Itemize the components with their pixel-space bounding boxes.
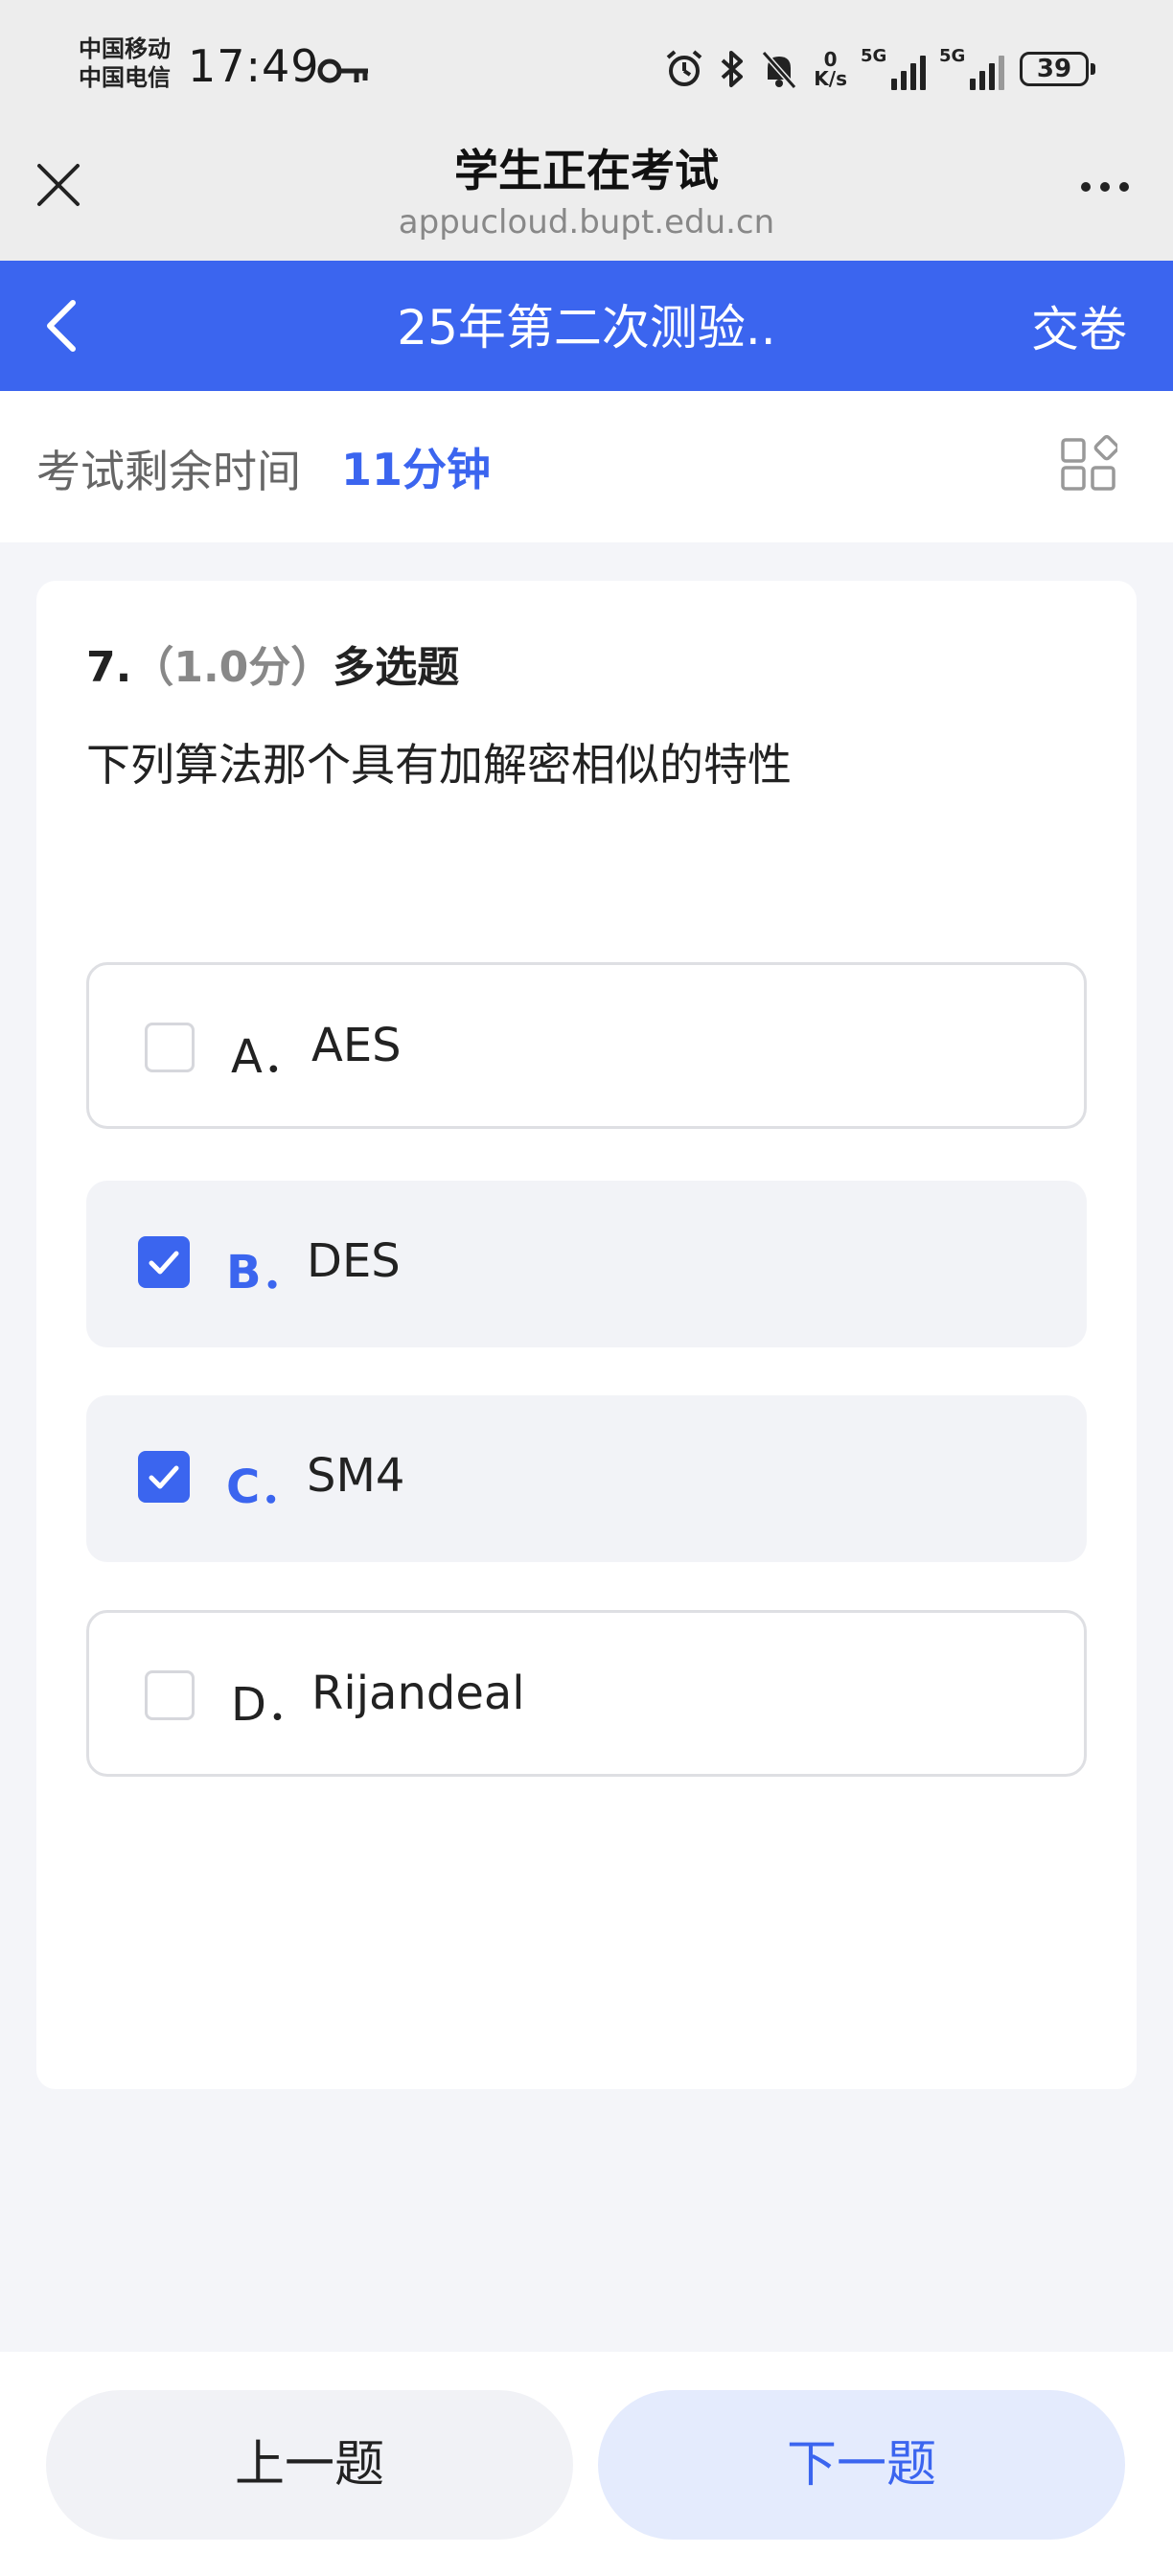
option-letter: D．	[231, 1678, 312, 1732]
alarm-icon	[666, 50, 702, 86]
option-c[interactable]: C． SM4	[86, 1395, 1087, 1562]
carrier-2: 中国电信	[79, 64, 171, 91]
net-speed: 0 K/s	[814, 50, 847, 88]
option-letter: B．	[226, 1246, 308, 1300]
option-text: DES	[307, 1234, 401, 1288]
checkbox-checked-icon[interactable]	[138, 1236, 190, 1288]
question-header: 7.（1.0分）多选题	[86, 632, 459, 694]
option-b[interactable]: B． DES	[86, 1181, 1087, 1347]
carrier-1: 中国移动	[79, 35, 171, 62]
question-text: 下列算法那个具有加解密相似的特性	[86, 739, 792, 791]
battery-level: 39	[1036, 55, 1072, 83]
checkbox-unchecked-icon[interactable]	[145, 1023, 195, 1072]
bluetooth-icon	[721, 51, 744, 87]
submit-exam-button[interactable]: 交卷	[1031, 291, 1127, 360]
clock: 17:49	[188, 40, 320, 92]
net-speed-unit: K/s	[814, 67, 847, 90]
battery-icon: 39	[1020, 52, 1095, 86]
key-icon	[317, 58, 368, 83]
question-grid-icon[interactable]	[1060, 435, 1117, 493]
prev-question-button[interactable]: 上一题	[46, 2390, 573, 2540]
option-text: AES	[311, 1019, 402, 1072]
more-options-icon[interactable]	[1081, 182, 1129, 192]
question-type: 多选题	[333, 643, 460, 692]
question-score: （1.0分）	[131, 643, 334, 692]
timer-value: 11分钟	[341, 444, 492, 495]
option-a[interactable]: A． AES	[86, 962, 1087, 1129]
sim1-label: 5G	[861, 46, 887, 66]
exam-title: 25年第二次测验..	[397, 300, 776, 356]
carrier-info: 中国移动 中国电信	[79, 34, 171, 92]
option-text: Rijandeal	[311, 1667, 525, 1720]
checkbox-unchecked-icon[interactable]	[145, 1670, 195, 1720]
question-number: 7.	[86, 643, 132, 692]
option-text: SM4	[307, 1449, 405, 1503]
option-letter: A．	[231, 1030, 309, 1084]
sim2-label: 5G	[939, 46, 966, 66]
checkbox-checked-icon[interactable]	[138, 1451, 190, 1503]
option-d[interactable]: D． Rijandeal	[86, 1610, 1087, 1777]
mute-bell-icon	[762, 51, 797, 89]
option-letter: C．	[226, 1460, 307, 1514]
timer-label: 考试剩余时间	[36, 446, 301, 497]
status-bar: 中国移动 中国电信 17:49 0 K/s 5G 5G 39	[0, 0, 1173, 134]
signal-icon-sim2: 5G	[939, 46, 1004, 90]
next-question-button[interactable]: 下一题	[598, 2390, 1125, 2540]
signal-icon-sim1: 5G	[861, 46, 926, 90]
net-speed-value: 0	[823, 48, 838, 71]
page-title: 学生正在考试	[454, 145, 719, 196]
page-url: appucloud.bupt.edu.cn	[398, 203, 775, 242]
